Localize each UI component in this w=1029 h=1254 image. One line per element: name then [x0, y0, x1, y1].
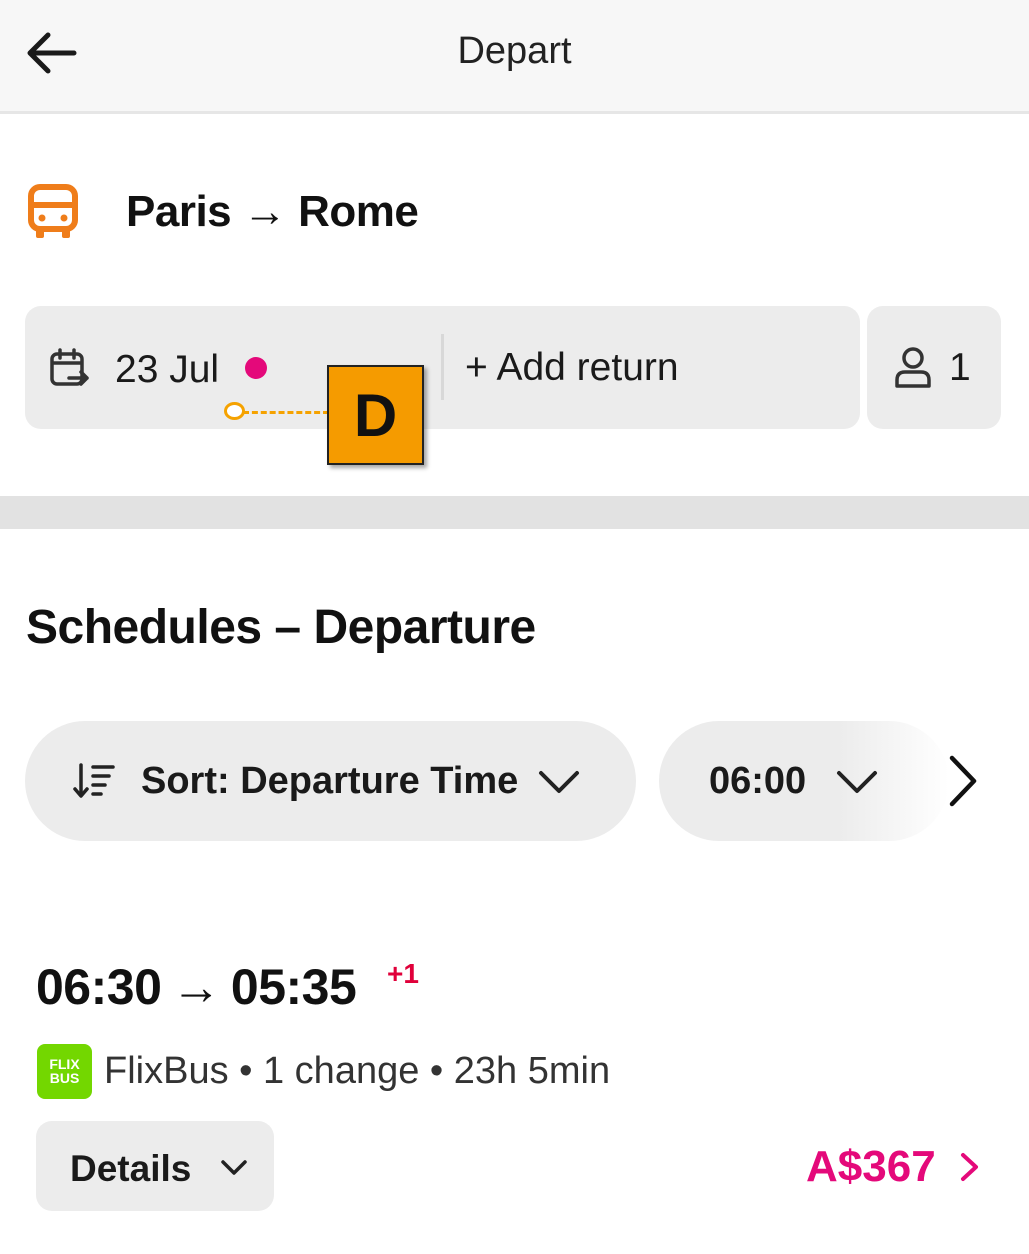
sort-icon — [73, 763, 115, 798]
chevron-right-icon[interactable] — [958, 1147, 982, 1187]
time-filter-label: 06:00 — [709, 760, 807, 802]
marker-connector — [243, 411, 329, 414]
sort-dropdown[interactable]: Sort: Departure Time — [25, 721, 636, 841]
arrow-right-icon: → — [171, 959, 221, 1015]
day-offset-badge: +1 — [387, 958, 419, 989]
flixbus-logo: FLIX BUS — [37, 1043, 92, 1099]
trip-price[interactable]: A$367 — [806, 1142, 936, 1192]
date-selector[interactable]: 23 Jul + Add return — [25, 306, 860, 429]
chevron-right-icon[interactable] — [940, 752, 984, 810]
top-bar: Depart — [0, 0, 1029, 114]
passenger-count: 1 — [949, 346, 971, 389]
annotation-marker: D — [327, 365, 424, 465]
add-return-button[interactable]: + Add return — [465, 346, 679, 390]
logo-line-1: FLIX — [49, 1056, 80, 1072]
date-indicator-dot — [245, 357, 267, 379]
logo-line-2: BUS — [49, 1070, 80, 1086]
section-divider — [0, 496, 1029, 529]
bus-icon — [28, 184, 78, 238]
chevron-down-icon — [221, 1160, 247, 1175]
trip-times: 06:30 → 05:35 — [36, 958, 357, 1016]
person-icon — [895, 347, 931, 388]
time-filter-dropdown[interactable]: 06:00 — [659, 721, 949, 841]
calendar-icon — [50, 348, 89, 386]
depart-time: 06:30 — [36, 959, 162, 1015]
details-label: Details — [70, 1148, 192, 1189]
marker-anchor — [224, 402, 245, 420]
selected-date: 23 Jul — [115, 348, 220, 391]
passenger-selector[interactable]: 1 — [867, 306, 1001, 429]
chevron-down-icon — [539, 771, 579, 793]
carrier-row: FLIX BUS FlixBus • 1 change • 23h 5min — [37, 1043, 610, 1099]
arrive-time: 05:35 — [230, 959, 357, 1015]
divider — [441, 334, 444, 400]
route-header: Paris → Rome — [28, 180, 419, 244]
schedules-title: Schedules – Departure — [26, 601, 536, 654]
carrier-info: FlixBus • 1 change • 23h 5min — [104, 1049, 611, 1092]
details-button[interactable]: Details — [36, 1121, 274, 1211]
chevron-down-icon — [837, 771, 877, 793]
route-title: Paris → Rome — [126, 187, 419, 236]
sort-label: Sort: Departure Time — [141, 760, 519, 802]
page-title: Depart — [457, 30, 572, 72]
